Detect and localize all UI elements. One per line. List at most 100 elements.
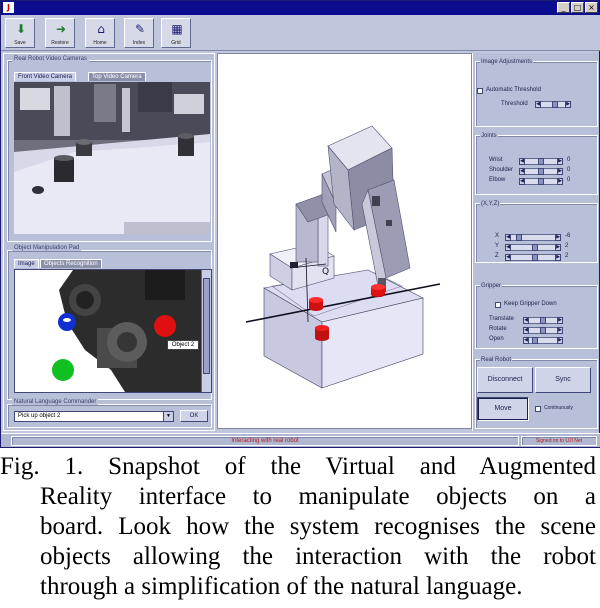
keep-gripper-label: Keep Gripper Down [504, 301, 557, 307]
rotate-slider[interactable]: ◀ ▶ [523, 327, 563, 334]
red-object[interactable] [154, 315, 176, 337]
nl-command-select[interactable]: Pick up object 2 ▼ [14, 411, 174, 422]
arrow-left-icon[interactable]: ◀ [505, 244, 511, 251]
keep-gripper-checkbox[interactable] [495, 302, 501, 308]
auto-threshold-checkbox[interactable] [477, 88, 483, 94]
minimize-button[interactable]: _ [557, 2, 570, 13]
scrollbar[interactable] [201, 270, 211, 392]
auto-threshold-label: Automatic Threshold [486, 87, 541, 93]
tab-top-camera[interactable]: Top Video Camera [88, 72, 146, 81]
y-label: Y [495, 243, 500, 249]
threshold-label: Threshold [501, 101, 528, 107]
arrow-right-icon[interactable]: ▶ [557, 158, 563, 165]
save-button[interactable]: ⬇ Save [5, 18, 35, 48]
y-slider[interactable]: ◀ ▶ [505, 244, 561, 251]
arrow-right-icon[interactable]: ▶ [555, 244, 561, 251]
arrow-left-icon[interactable]: ◀ [535, 101, 541, 108]
object-recognition-view[interactable]: Object 2 [14, 269, 212, 393]
x-label: X [495, 233, 500, 239]
joints-group: Joints [475, 133, 598, 195]
y-value: 2 [565, 243, 569, 249]
sync-button[interactable]: Sync [535, 367, 591, 393]
z-slider[interactable]: ◀ ▶ [505, 254, 561, 261]
arrow-left-icon[interactable]: ◀ [523, 327, 529, 334]
shoulder-value: 0 [567, 167, 571, 173]
virtual-robot-scene[interactable]: Q [217, 53, 472, 429]
right-panel: Image Adjustments Automatic Threshold Th… [472, 53, 599, 431]
shoulder-slider[interactable]: ◀ ▶ [519, 168, 563, 175]
arrow-right-icon[interactable]: ▶ [557, 168, 563, 175]
tab-objects-recognition[interactable]: Objects Recognition [40, 259, 102, 268]
nl-title: Natural Language Commander [12, 399, 99, 405]
continuously-checkbox[interactable] [535, 406, 541, 412]
arrow-left-icon[interactable]: ◀ [523, 337, 529, 344]
ok-button[interactable]: OK [180, 410, 208, 422]
translate-slider[interactable]: ◀ ▶ [523, 317, 563, 324]
status-message: Interacting with real robot [11, 436, 519, 446]
open-slider[interactable]: ◀ ▶ [523, 337, 563, 344]
scrollbar-thumb[interactable] [203, 278, 210, 374]
grid-button[interactable]: ▦ Grid [161, 18, 191, 48]
arrow-right-icon: ➜ [55, 22, 67, 36]
arrow-right-icon[interactable]: ▶ [557, 327, 563, 334]
arrow-right-icon[interactable]: ▶ [557, 178, 563, 185]
tab-front-camera[interactable]: Front Video Camera [14, 72, 76, 81]
disconnect-button[interactable]: Disconnect [477, 367, 533, 393]
manipulation-title: Object Manipulation Pad [12, 245, 82, 251]
restore-label: Restore [51, 40, 69, 46]
nl-command-value: Pick up object 2 [18, 413, 61, 419]
slider-thumb[interactable] [532, 337, 538, 344]
slider-thumb[interactable] [552, 101, 558, 108]
slider-thumb[interactable] [532, 244, 538, 251]
elbow-slider[interactable]: ◀ ▶ [519, 178, 563, 185]
continuously-label: Continuously [544, 405, 573, 411]
wrist-slider[interactable]: ◀ ▶ [519, 158, 563, 165]
arrow-right-icon[interactable]: ▶ [565, 101, 571, 108]
green-object[interactable] [52, 359, 74, 381]
slider-thumb[interactable] [516, 234, 522, 241]
home-label: Home [93, 40, 107, 46]
slider-thumb[interactable] [538, 158, 544, 165]
index-label: Index [132, 40, 146, 46]
grid-icon: ▦ [171, 22, 183, 36]
tab-image[interactable]: Image [14, 259, 39, 268]
restore-button[interactable]: ➜ Restore [45, 18, 75, 48]
arrow-right-icon[interactable]: ▶ [555, 254, 561, 261]
arrow-left-icon[interactable]: ◀ [519, 158, 525, 165]
status-signon: Signed on to UJI Net [521, 436, 597, 446]
shoulder-label: Shoulder [489, 167, 514, 173]
object-label-tag: Object 2 [167, 340, 199, 350]
slider-thumb[interactable] [532, 254, 538, 261]
move-button[interactable]: Move [477, 397, 529, 421]
arrow-right-icon[interactable]: ▶ [555, 234, 561, 241]
slider-thumb[interactable] [540, 327, 546, 334]
arrow-right-icon[interactable]: ▶ [557, 317, 563, 324]
real-robot-title: Real Robot [480, 357, 513, 363]
wrist-value: 0 [567, 157, 571, 163]
save-label: Save [14, 40, 26, 46]
maximize-button[interactable]: □ [571, 2, 584, 13]
slider-thumb[interactable] [538, 178, 544, 185]
slider-thumb[interactable] [540, 317, 546, 324]
close-button[interactable]: × [585, 2, 598, 13]
chevron-down-icon[interactable]: ▼ [163, 412, 173, 421]
arrow-left-icon[interactable]: ◀ [523, 317, 529, 324]
arrow-left-icon[interactable]: ◀ [519, 178, 525, 185]
threshold-slider[interactable]: ◀ ▶ [535, 101, 571, 108]
image-adjust-group: Image Adjustments [475, 59, 598, 127]
recognition-image [15, 270, 201, 392]
title-bar: J _ □ × [1, 1, 600, 15]
caption-line-1: Fig. 1. Snapshot of the Virtual and Augm… [0, 453, 596, 480]
x-value: -6 [565, 233, 571, 239]
arrow-left-icon[interactable]: ◀ [519, 168, 525, 175]
z-value: 2 [565, 253, 569, 259]
arrow-left-icon[interactable]: ◀ [505, 254, 511, 261]
arrow-right-icon[interactable]: ▶ [557, 337, 563, 344]
caption-line-3: board. Look how the system recognises th… [40, 513, 596, 540]
arrow-left-icon[interactable]: ◀ [505, 234, 511, 241]
home-button[interactable]: ⌂ Home [85, 18, 115, 48]
joints-title: Joints [480, 133, 498, 139]
index-button[interactable]: ✎ Index [124, 18, 154, 48]
x-slider[interactable]: ◀ ▶ [505, 234, 561, 241]
slider-thumb[interactable] [538, 168, 544, 175]
